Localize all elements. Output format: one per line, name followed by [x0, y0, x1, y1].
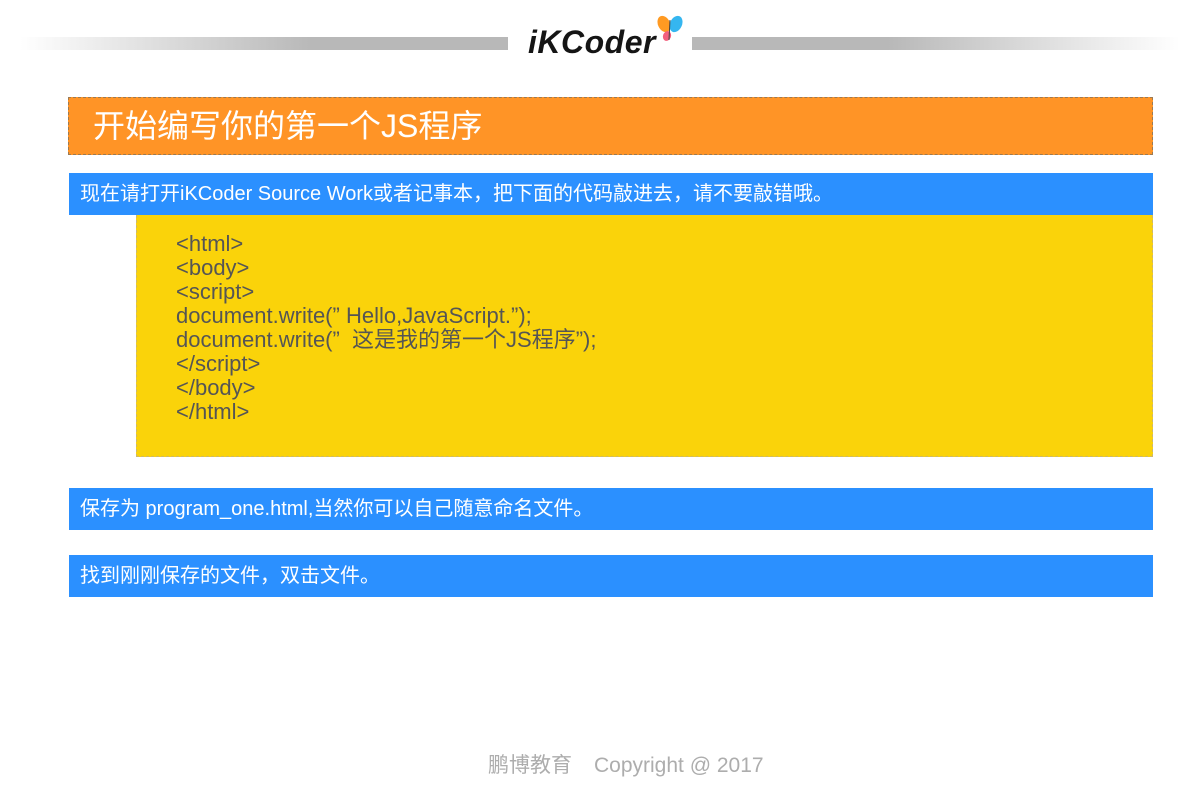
page-title: 开始编写你的第一个JS程序: [93, 108, 483, 144]
step-1-banner: 现在请打开iKCoder Source Work或者记事本，把下面的代码敲进去，…: [69, 173, 1153, 215]
step-1-text: 现在请打开iKCoder Source Work或者记事本，把下面的代码敲进去，…: [80, 183, 834, 205]
butterfly-icon: [654, 14, 686, 44]
code-line: </html>: [176, 399, 250, 424]
code-line: <html>: [176, 231, 244, 256]
footer-organization: 鹏博教育: [488, 754, 572, 777]
code-line: <script>: [176, 279, 255, 304]
step-2-banner: 保存为 program_one.html,当然你可以自己随意命名文件。: [69, 488, 1153, 530]
step-3-banner: 找到刚刚保存的文件，双击文件。: [69, 555, 1153, 597]
footer: 鹏博教育 Copyright @ 2017: [488, 752, 764, 780]
header-bar-right: [692, 37, 1180, 50]
code-line: </body>: [176, 375, 256, 400]
step-3-text: 找到刚刚保存的文件，双击文件。: [80, 565, 380, 587]
header: iKCoder: [0, 0, 1200, 70]
code-line: </script>: [176, 351, 261, 376]
title-banner: 开始编写你的第一个JS程序: [68, 97, 1153, 155]
code-line: document.write(” Hello,JavaScript.”);: [176, 303, 532, 328]
code-line: <body>: [176, 255, 250, 280]
footer-copyright: Copyright @ 2017: [594, 754, 764, 777]
code-line: document.write(” 这是我的第一个JS程序”);: [176, 327, 597, 352]
code-block: <html> <body> <script> document.write(” …: [136, 215, 1153, 457]
header-bar-left: [20, 37, 508, 50]
logo: iKCoder: [526, 14, 688, 60]
step-2-text: 保存为 program_one.html,当然你可以自己随意命名文件。: [80, 498, 594, 520]
logo-text: iKCoder: [528, 24, 656, 60]
